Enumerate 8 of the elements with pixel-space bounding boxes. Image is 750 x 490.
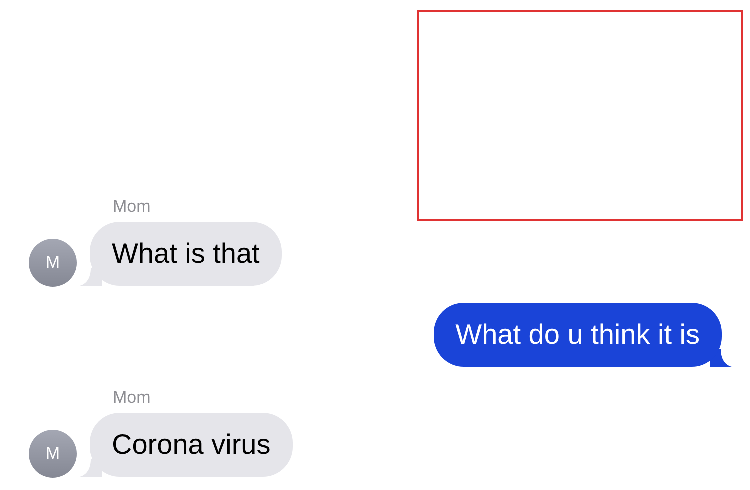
avatar: M xyxy=(29,430,77,478)
message-bubble: What is that xyxy=(90,222,282,286)
sender-name: Mom xyxy=(113,387,151,409)
avatar: M xyxy=(29,239,77,287)
bubble-tail xyxy=(710,349,732,367)
sender-name: Mom xyxy=(113,196,151,218)
message-bubble: What do u think it is xyxy=(434,303,722,367)
message-bubble: Corona virus xyxy=(90,413,293,477)
